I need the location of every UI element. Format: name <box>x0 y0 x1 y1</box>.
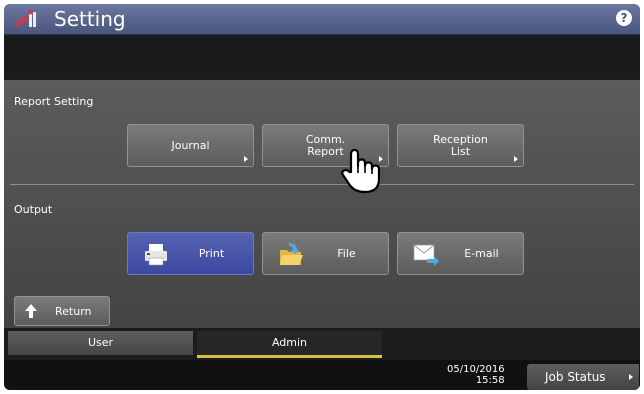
screen: Setting ? Report Setting Journal Comm. R… <box>0 0 644 394</box>
job-status-button[interactable]: Job Status <box>527 364 639 390</box>
status-bar: 05/10/2016 15:58 Job Status <box>4 360 640 390</box>
email-button[interactable]: E-mail <box>397 232 524 275</box>
report-setting-label: Report Setting <box>14 95 94 108</box>
tab-user[interactable]: User <box>8 331 193 355</box>
printer-icon <box>145 244 167 266</box>
date-time: 05/10/2016 15:58 <box>447 364 505 386</box>
return-arrow-icon <box>25 304 37 318</box>
message-area <box>4 35 640 75</box>
panel-frame: Setting ? Report Setting Journal Comm. R… <box>4 4 640 390</box>
arrow-right-icon <box>514 156 518 162</box>
arrow-right-icon <box>244 156 248 162</box>
print-button[interactable]: Print <box>127 232 254 275</box>
page-title: Setting <box>54 7 126 31</box>
pointer-hand-icon <box>341 148 381 194</box>
time-text: 15:58 <box>475 375 505 386</box>
date-text: 05/10/2016 <box>447 364 505 375</box>
output-label: Output <box>14 203 53 216</box>
title-bar: Setting ? <box>4 4 640 35</box>
journal-button[interactable]: Journal <box>127 124 254 167</box>
folder-icon <box>280 243 303 265</box>
section-divider <box>10 184 634 185</box>
reception-list-button[interactable]: Reception List <box>397 124 524 167</box>
file-button[interactable]: File <box>262 232 389 275</box>
tab-admin[interactable]: Admin <box>197 331 382 358</box>
return-button[interactable]: Return <box>14 296 110 326</box>
settings-tools-icon <box>14 9 36 27</box>
tab-bar: User Admin <box>4 331 640 358</box>
help-button[interactable]: ? <box>616 10 632 26</box>
main-panel: Report Setting Journal Comm. Report Rece… <box>4 80 640 328</box>
envelope-icon <box>413 244 439 266</box>
arrow-right-icon <box>629 374 633 380</box>
